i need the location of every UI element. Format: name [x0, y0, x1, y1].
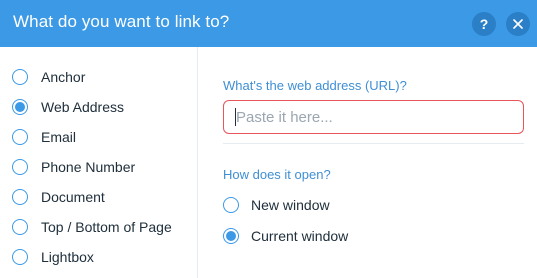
link-type-label: Anchor [41, 69, 86, 85]
link-dialog: What do you want to link to? ? Anchor We… [0, 0, 537, 278]
help-button[interactable]: ? [472, 12, 496, 36]
link-type-sidebar: Anchor Web Address Email Phone Number Do… [0, 47, 198, 278]
link-type-phone-number[interactable]: Phone Number [0, 152, 198, 182]
link-type-anchor[interactable]: Anchor [0, 62, 198, 92]
radio-button[interactable] [223, 197, 239, 213]
radio-button[interactable] [12, 219, 28, 235]
open-option-current-window[interactable]: Current window [223, 224, 483, 250]
link-settings-panel: What's the web address (URL)? How does i… [199, 47, 537, 278]
radio-button-checked[interactable] [12, 99, 28, 115]
link-type-label: Email [41, 129, 77, 145]
url-question-label: What's the web address (URL)? [223, 78, 407, 93]
link-type-label: Top / Bottom of Page [41, 219, 172, 235]
open-question-label: How does it open? [223, 167, 331, 182]
link-type-label: Lightbox [41, 249, 94, 265]
close-button[interactable] [506, 12, 530, 36]
radio-button[interactable] [12, 249, 28, 265]
link-type-lightbox[interactable]: Lightbox [0, 242, 198, 272]
help-icon: ? [479, 16, 489, 32]
dialog-header: What do you want to link to? ? [0, 0, 537, 47]
link-type-label: Web Address [41, 99, 125, 115]
radio-button[interactable] [12, 159, 28, 175]
link-type-document[interactable]: Document [0, 182, 198, 212]
url-input[interactable] [223, 100, 524, 134]
link-type-label: Document [41, 189, 105, 205]
open-option-label: New window [251, 197, 330, 213]
open-option-label: Current window [251, 228, 349, 244]
close-icon [513, 19, 523, 29]
link-type-web-address[interactable]: Web Address [0, 92, 198, 122]
radio-button[interactable] [12, 189, 28, 205]
dialog-title: What do you want to link to? [13, 12, 230, 31]
open-option-new-window[interactable]: New window [223, 193, 483, 219]
link-type-top-bottom[interactable]: Top / Bottom of Page [0, 212, 198, 242]
text-caret [235, 108, 236, 126]
radio-button[interactable] [12, 129, 28, 145]
radio-button[interactable] [12, 69, 28, 85]
divider [223, 143, 524, 144]
link-type-label: Phone Number [41, 159, 136, 175]
radio-button-checked[interactable] [223, 228, 239, 244]
link-type-email[interactable]: Email [0, 122, 198, 152]
